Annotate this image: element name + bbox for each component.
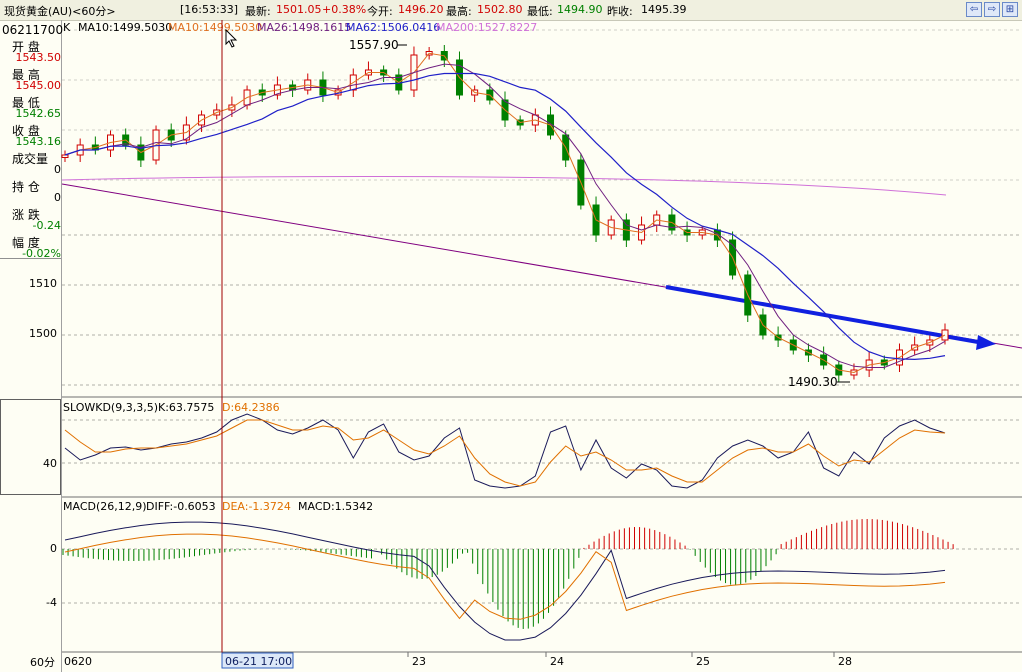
chart-canvas[interactable]: 1557.90 1490.30 K MA10:1499.5030MA10:1499.5… bbox=[0, 0, 1022, 672]
kd-k-line bbox=[64, 413, 946, 489]
trend-arrow-head-icon bbox=[976, 335, 996, 350]
macd-dea-line bbox=[64, 533, 946, 620]
legend-ma10b: MA10:1499.5030 bbox=[168, 21, 262, 34]
legend-k: K bbox=[63, 21, 71, 34]
annotation-low: 1490.30 bbox=[788, 375, 838, 389]
cursor-date-label: 06-21 17:00 bbox=[225, 655, 292, 668]
trend-line-arrow bbox=[665, 285, 979, 344]
legend-ma200: MA200:1527.8227 bbox=[436, 21, 537, 34]
legend-kd-k: K:63.7575 bbox=[158, 401, 214, 414]
legend-kd-d: D:64.2386 bbox=[222, 401, 280, 414]
annotation-high: 1557.90 bbox=[349, 38, 399, 52]
x-tick-day-1: 24 bbox=[550, 655, 564, 668]
legend-macd-diff: DIFF:-0.6053 bbox=[146, 500, 216, 513]
x-tick-0620: 0620 bbox=[64, 655, 92, 668]
kd-d-line bbox=[64, 419, 946, 487]
legend-kd-name: SLOWKD(9,3,3,5) bbox=[63, 401, 158, 414]
x-tick-day-2: 25 bbox=[696, 655, 710, 668]
ma200-line bbox=[61, 175, 947, 196]
legend-ma10a: MA10:1499.5030 bbox=[78, 21, 172, 34]
legend-ma26: MA26:1498.1615 bbox=[257, 21, 351, 34]
candle-body-0 bbox=[61, 154, 69, 158]
legend-macd-dea: DEA:-1.3724 bbox=[222, 500, 291, 513]
x-tick-day-0: 23 bbox=[412, 655, 426, 668]
legend-macd-name: MACD(26,12,9) bbox=[63, 500, 147, 513]
legend-macd-macd: MACD:1.5342 bbox=[298, 500, 373, 513]
macd-diff-line bbox=[64, 521, 946, 641]
chart-window: 现货黄金(AU)<60分> [16:53:33] 最新: 1501.05 +0.… bbox=[0, 0, 1022, 672]
legend-ma62: MA62:1506.0416 bbox=[346, 21, 440, 34]
x-tick-day-3: 28 bbox=[838, 655, 852, 668]
